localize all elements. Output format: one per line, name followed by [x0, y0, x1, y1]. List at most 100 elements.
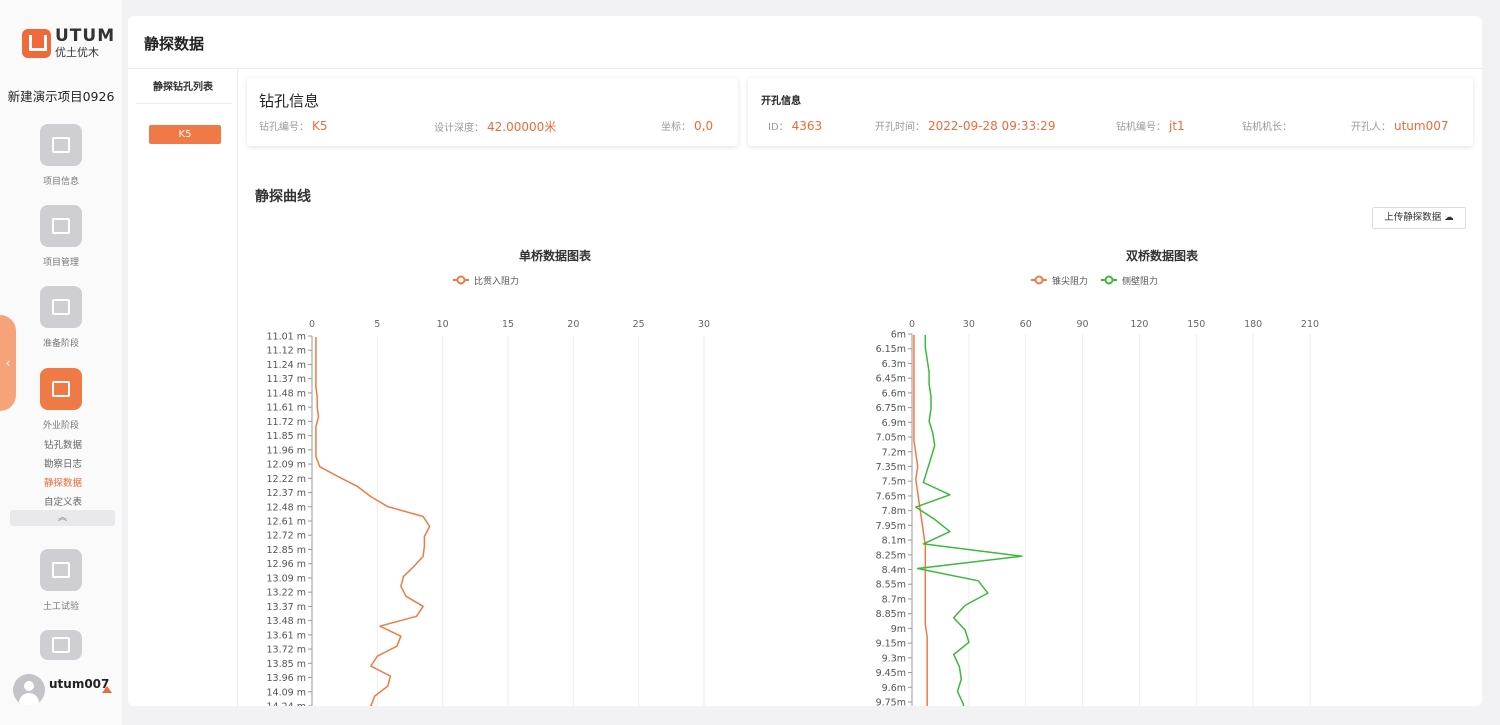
sub-item-survey-log[interactable]: 勘察日志 [44, 456, 82, 470]
nav-item-soil-test[interactable]: 土工试验 [0, 549, 122, 612]
x-tick-label: 30 [963, 319, 975, 330]
user-menu[interactable]: utum007 [13, 674, 109, 706]
chevron-left-icon: ‹ [5, 356, 11, 370]
y-tick-label: 13.09 m [267, 573, 306, 584]
download-icon [40, 286, 82, 328]
x-tick-label: 210 [1301, 319, 1319, 330]
project-name[interactable]: 新建演示项目0926 [0, 86, 122, 105]
legend-label: 锥尖阻力 [1052, 275, 1088, 287]
y-tick-label: 11.61 m [267, 403, 306, 414]
y-tick-label: 7.05m [876, 433, 906, 444]
x-tick-label: 25 [633, 319, 645, 330]
y-tick-label: 11.01 m [267, 332, 306, 343]
y-tick-label: 9.6m [882, 683, 906, 694]
y-tick-label: 6.6m [882, 388, 906, 399]
y-tick-label: 8.1m [882, 536, 906, 547]
utum-logo[interactable]: UTUM 优土优木 [22, 28, 115, 58]
logo-mark-icon [22, 28, 51, 58]
sub-item-borehole-data[interactable]: 钻孔数据 [44, 437, 82, 451]
x-tick-label: 120 [1130, 319, 1148, 330]
y-tick-label: 12.22 m [267, 474, 306, 485]
charts-canvas: 单桥数据图表比贯入阻力 0 5 10 15 20 25 30 11.01 m 11.12 m 11.… [267, 248, 1319, 707]
y-tick-label: 13.37 m [267, 602, 306, 613]
sub-item-cpt-data[interactable]: 静探数据 [44, 475, 82, 489]
username: utum007 [49, 677, 110, 691]
legend-label: 侧壁阻力 [1122, 275, 1158, 287]
sidebar-toggle-tab[interactable]: ‹ [0, 315, 16, 411]
x-tick-label: 20 [567, 319, 579, 330]
y-tick-label: 9.75m [876, 698, 906, 707]
y-tick-label: 13.48 m [267, 616, 306, 627]
y-tick-label: 11.12 m [267, 346, 306, 357]
y-tick-label: 13.22 m [267, 588, 306, 599]
sidebar: UTUM 优土优木 新建演示项目0926 项目信息 项目管理 准备阶段 外业阶段… [0, 0, 122, 725]
y-tick-label: 13.72 m [267, 645, 306, 656]
nav-item-project-manage[interactable]: 项目管理 [0, 205, 122, 268]
y-tick-label: 6.15m [876, 344, 906, 355]
x-tick-label: 0 [309, 319, 315, 330]
logo-text-en: UTUM [55, 26, 116, 46]
y-tick-label: 12.96 m [267, 559, 306, 570]
y-tick-label: 8.25m [876, 550, 906, 561]
nav-label: 土工试验 [42, 602, 79, 612]
x-tick-label: 5 [374, 319, 380, 330]
nav-item-field-work[interactable]: 外业阶段 [0, 368, 122, 431]
x-tick-label: 30 [698, 319, 710, 330]
y-tick-label: 12.85 m [267, 545, 306, 556]
y-tick-label: 11.24 m [267, 360, 306, 371]
nav-label: 准备阶段 [42, 339, 79, 349]
y-tick-label: 7.65m [876, 491, 906, 502]
nav-item-project-info[interactable]: 项目信息 [0, 124, 122, 187]
y-tick-label: 7.35m [876, 462, 906, 473]
y-tick-label: 11.96 m [267, 445, 306, 456]
share-icon [40, 368, 82, 410]
x-tick-label: 10 [437, 319, 449, 330]
x-tick-label: 90 [1077, 319, 1089, 330]
series-line [315, 337, 431, 706]
main-panel: 静探数据 静探钻孔列表 K5 钻孔信息 钻孔编号： K5 设计深度： 42.0000… [128, 16, 1482, 706]
y-tick-label: 6.75m [876, 403, 906, 414]
y-tick-label: 9.15m [876, 639, 906, 650]
y-tick-label: 8.55m [876, 580, 906, 591]
avatar [13, 674, 45, 706]
y-tick-label: 6.3m [882, 359, 906, 370]
double-chevron-up-icon: ︽ [57, 513, 67, 523]
y-tick-label: 8.7m [882, 594, 906, 605]
y-tick-label: 12.09 m [267, 460, 306, 471]
report-icon [40, 630, 82, 660]
logo-text-cn: 优土优木 [55, 46, 99, 59]
y-tick-label: 6.9m [882, 418, 906, 429]
y-tick-label: 12.72 m [267, 531, 306, 542]
nav-label: 项目信息 [42, 177, 79, 187]
x-tick-label: 15 [502, 319, 514, 330]
y-tick-label: 14.24 m [267, 702, 306, 707]
chart-title: 双桥数据图表 [1126, 248, 1199, 263]
x-tick-label: 180 [1244, 319, 1262, 330]
y-tick-label: 11.85 m [267, 431, 306, 442]
x-tick-label: 0 [909, 319, 915, 330]
y-tick-label: 6.45m [876, 374, 906, 385]
legend-marker [1104, 275, 1114, 285]
caret-up-icon[interactable] [102, 686, 112, 693]
nav-label: 外业阶段 [42, 421, 79, 431]
y-tick-label: 8.4m [882, 565, 906, 576]
y-tick-label: 11.37 m [267, 374, 306, 385]
y-tick-label: 9.3m [882, 653, 906, 664]
y-tick-label: 7.8m [882, 506, 906, 517]
chart-title: 单桥数据图表 [519, 248, 592, 263]
y-tick-label: 11.48 m [267, 388, 306, 399]
series-line [913, 335, 928, 706]
nav-label: 项目管理 [42, 258, 79, 268]
collapse-button[interactable]: ︽ [10, 510, 115, 526]
nav-item-preparation[interactable]: 准备阶段 [0, 286, 122, 349]
nav-item-more[interactable] [0, 630, 122, 660]
y-tick-label: 12.37 m [267, 488, 306, 499]
legend-marker [1034, 275, 1044, 285]
y-tick-label: 11.72 m [267, 417, 306, 428]
y-tick-label: 14.09 m [267, 687, 306, 698]
y-tick-label: 8.85m [876, 609, 906, 620]
sub-item-custom-table[interactable]: 自定义表 [44, 494, 82, 508]
lab-icon [40, 549, 82, 591]
y-tick-label: 9m [891, 624, 906, 635]
y-tick-label: 12.61 m [267, 517, 306, 528]
